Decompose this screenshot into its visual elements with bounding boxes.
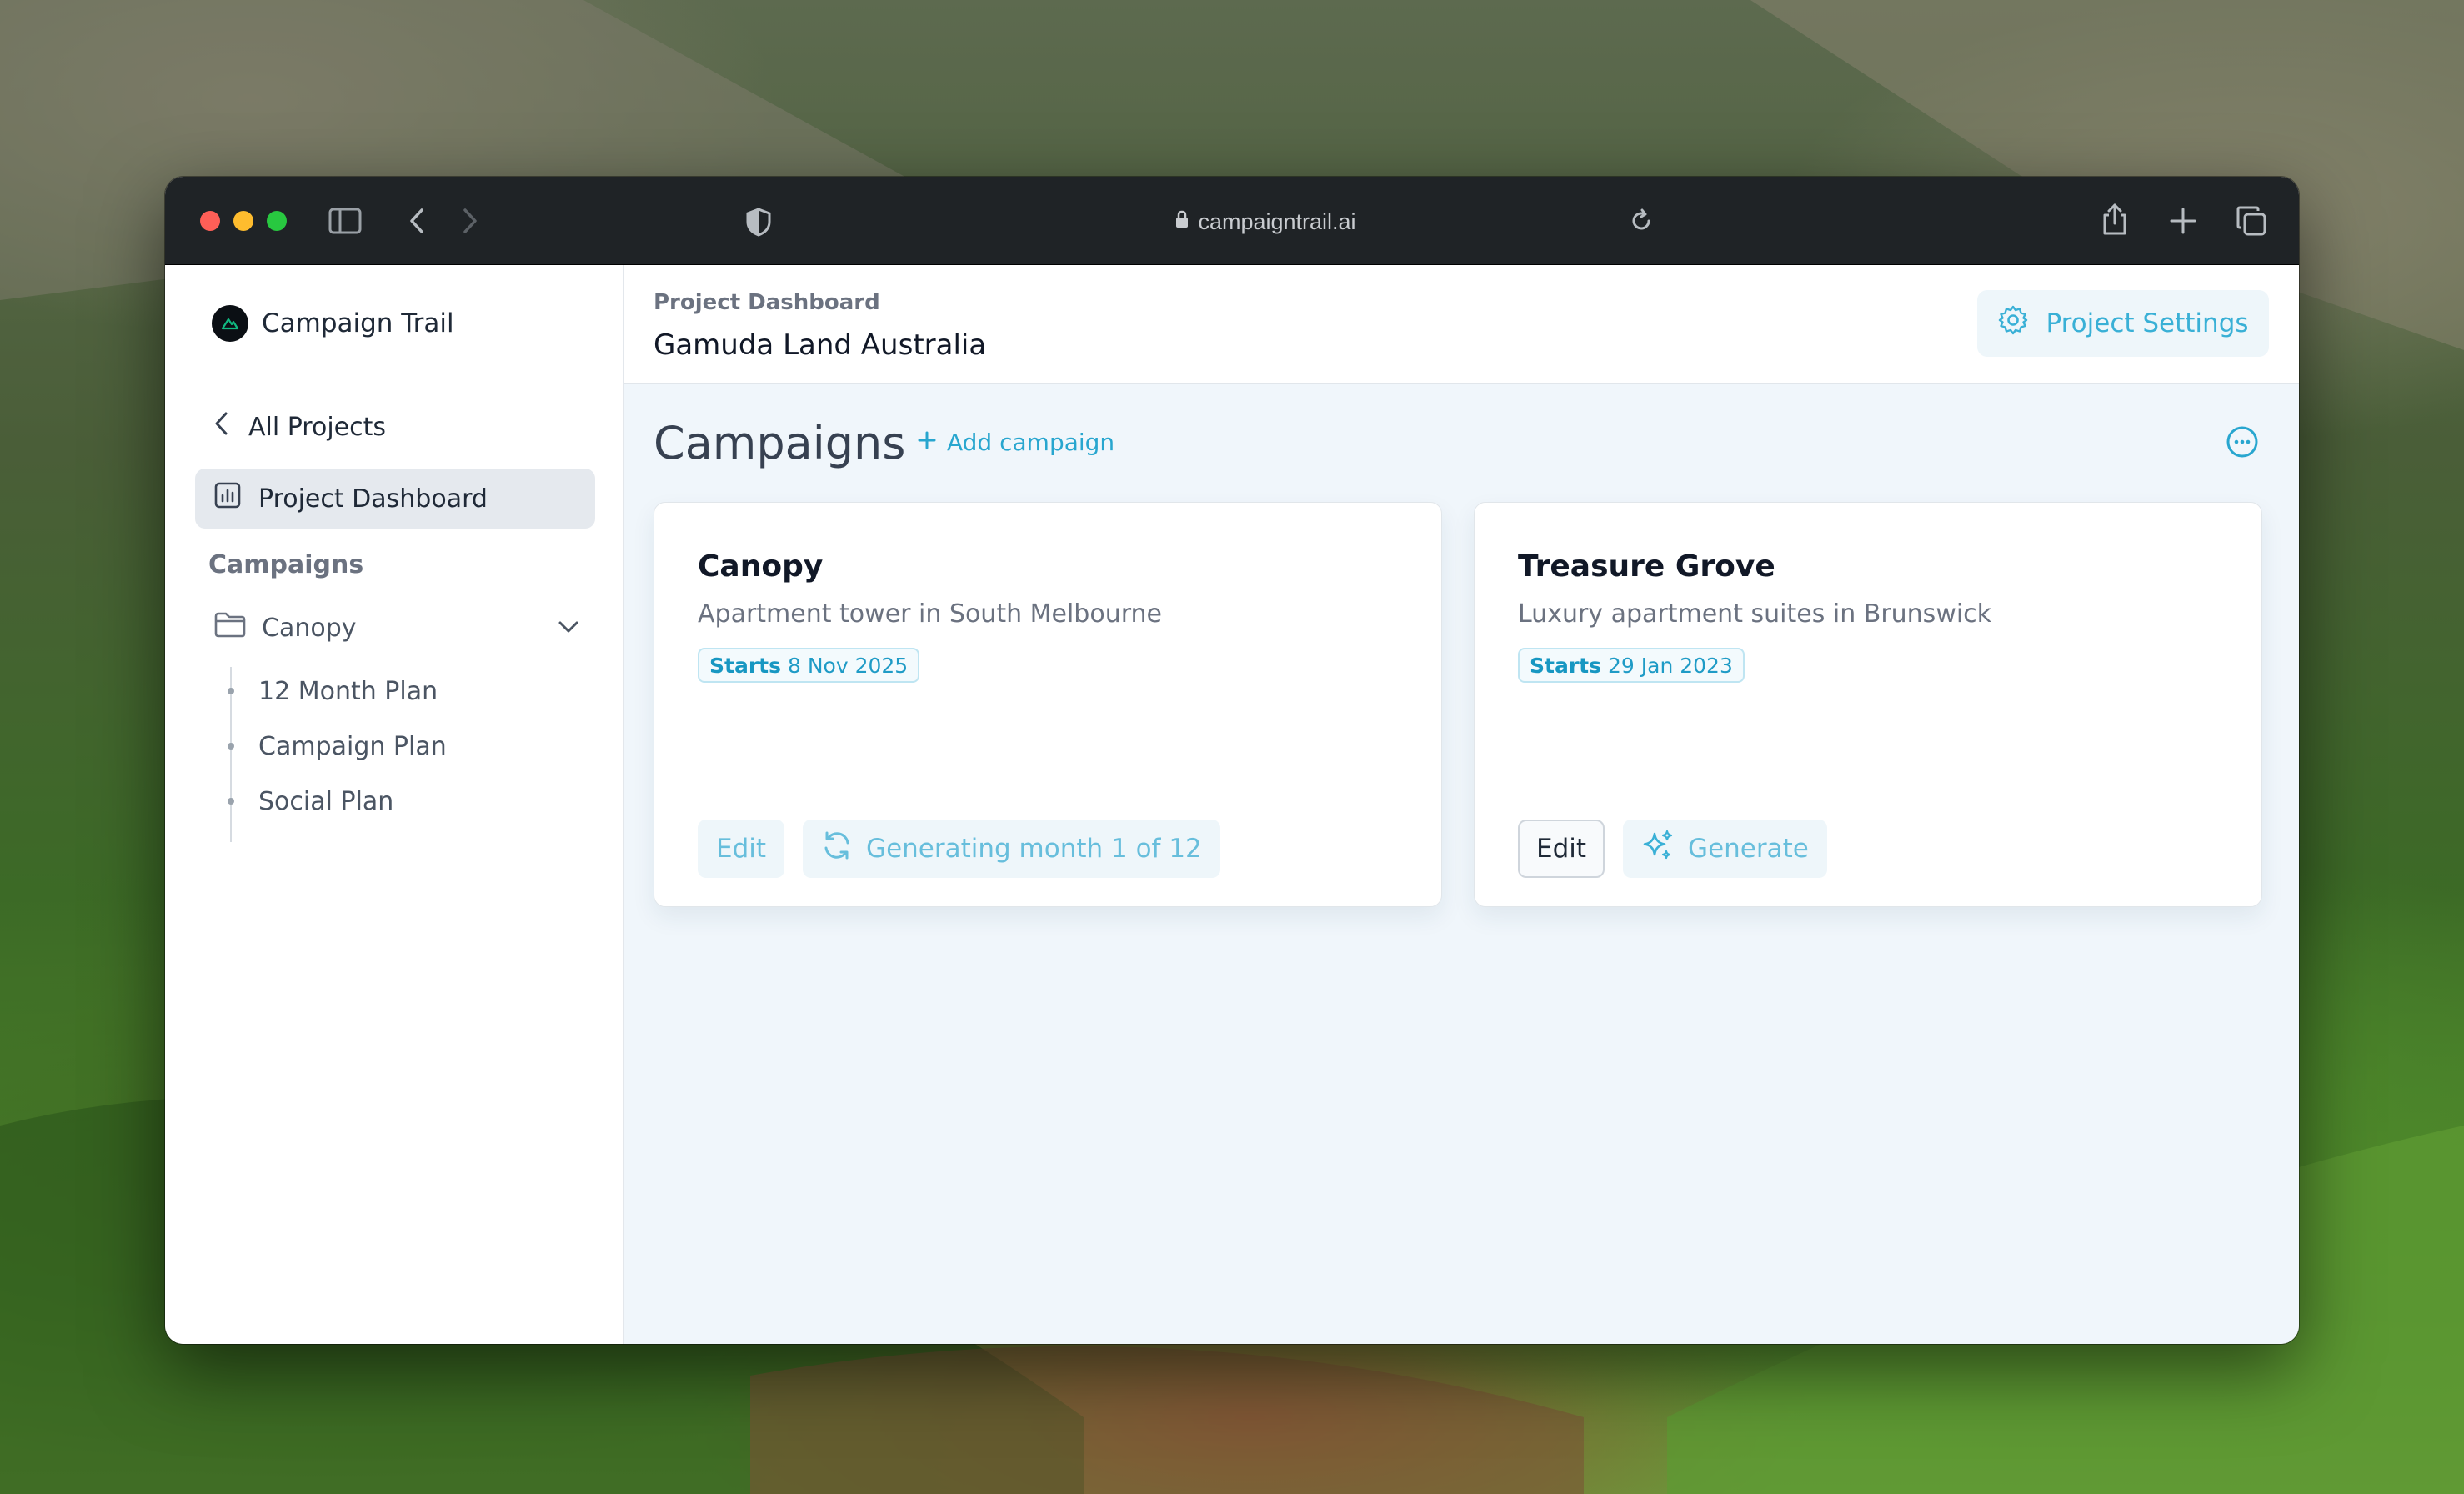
badge-label: Starts xyxy=(709,653,781,678)
browser-window: campaigntrail.ai Campaign Trail All Proj… xyxy=(165,177,2299,1344)
breadcrumb[interactable]: Project Dashboard xyxy=(654,290,880,315)
start-date-badge: Starts 8 Nov 2025 xyxy=(698,648,920,683)
subitem-label: Social Plan xyxy=(258,786,394,816)
start-date-badge: Starts 29 Jan 2023 xyxy=(1518,648,1745,683)
minimize-window-button[interactable] xyxy=(233,211,253,231)
sidebar-item-social-plan[interactable]: Social Plan xyxy=(228,774,563,829)
card-actions: Edit Generating month 1 of 12 xyxy=(698,820,1220,878)
edit-label: Edit xyxy=(1536,834,1587,864)
edit-label: Edit xyxy=(716,834,767,864)
chevron-down-icon[interactable] xyxy=(557,615,580,645)
canopy-plans-list: 12 Month Plan Campaign Plan Social Plan xyxy=(228,664,563,842)
subitem-label: 12 Month Plan xyxy=(258,676,438,706)
generate-button[interactable]: Generate xyxy=(1623,820,1827,878)
sidebar-item-campaign-plan[interactable]: Campaign Plan xyxy=(228,719,563,774)
generate-label: Generate xyxy=(1688,834,1809,864)
page-title: Gamuda Land Australia xyxy=(654,328,987,362)
more-options-icon[interactable] xyxy=(2226,425,2259,462)
edit-button[interactable]: Edit xyxy=(698,820,785,878)
forward-icon[interactable] xyxy=(460,207,480,235)
campaign-title: Treasure Grove xyxy=(1518,549,1775,584)
new-tab-icon[interactable] xyxy=(2169,207,2197,235)
generating-label: Generating month 1 of 12 xyxy=(866,834,1202,864)
sidebar: Campaign Trail All Projects Project Dash… xyxy=(165,265,624,1344)
badge-date: 8 Nov 2025 xyxy=(788,653,909,678)
back-icon[interactable] xyxy=(407,207,427,235)
campaigns-heading: Campaigns xyxy=(654,417,906,469)
brand-name: Campaign Trail xyxy=(262,308,454,338)
tree-dot xyxy=(228,688,234,694)
close-window-button[interactable] xyxy=(200,211,220,231)
project-settings-button[interactable]: Project Settings xyxy=(1977,290,2269,357)
sparkles-icon xyxy=(1641,829,1675,869)
campaign-trail-logo-icon xyxy=(212,305,248,342)
campaign-card-canopy[interactable]: Canopy Apartment tower in South Melbourn… xyxy=(654,502,1442,907)
sidebar-item-project-dashboard[interactable]: Project Dashboard xyxy=(195,469,595,529)
campaign-card-treasure-grove[interactable]: Treasure Grove Luxury apartment suites i… xyxy=(1474,502,2262,907)
campaign-description: Luxury apartment suites in Brunswick xyxy=(1518,599,1992,629)
address-bar[interactable]: campaigntrail.ai xyxy=(1140,205,1390,238)
sidebar-item-label: Project Dashboard xyxy=(258,484,488,514)
plus-icon xyxy=(917,429,937,456)
main-content: Project Dashboard Gamuda Land Australia … xyxy=(624,265,2299,1344)
badge-date: 29 Jan 2023 xyxy=(1608,653,1733,678)
badge-label: Starts xyxy=(1530,653,1601,678)
project-settings-label: Project Settings xyxy=(2046,308,2249,338)
sidebar-toggle-icon[interactable] xyxy=(328,207,362,235)
sidebar-section-campaigns: Campaigns xyxy=(208,550,364,579)
shield-icon[interactable] xyxy=(745,207,772,237)
campaign-description: Apartment tower in South Melbourne xyxy=(698,599,1162,629)
browser-toolbar: campaigntrail.ai xyxy=(165,177,2299,265)
lock-icon xyxy=(1174,209,1189,235)
page-header: Project Dashboard Gamuda Land Australia … xyxy=(624,265,2299,384)
tree-dot xyxy=(228,798,234,805)
maximize-window-button[interactable] xyxy=(267,211,287,231)
sidebar-folder-canopy[interactable]: Canopy xyxy=(213,607,580,649)
share-icon[interactable] xyxy=(2101,202,2129,237)
refresh-icon xyxy=(821,830,853,868)
folder-icon xyxy=(213,611,247,644)
reload-icon[interactable] xyxy=(1629,208,1654,233)
edit-button[interactable]: Edit xyxy=(1518,820,1605,878)
generating-status-button[interactable]: Generating month 1 of 12 xyxy=(803,820,1220,878)
tabs-overview-icon[interactable] xyxy=(2236,205,2267,237)
url-text: campaigntrail.ai xyxy=(1198,208,1356,234)
sidebar-item-12-month-plan[interactable]: 12 Month Plan xyxy=(228,664,563,719)
add-campaign-label: Add campaign xyxy=(947,429,1115,456)
brand[interactable]: Campaign Trail xyxy=(212,305,454,342)
tree-dot xyxy=(228,743,234,750)
gear-icon xyxy=(1997,304,2029,343)
all-projects-link[interactable]: All Projects xyxy=(213,410,386,444)
chevron-left-icon xyxy=(213,410,230,444)
subitem-label: Campaign Plan xyxy=(258,731,447,761)
card-actions: Edit Generate xyxy=(1518,820,1827,878)
all-projects-label: All Projects xyxy=(248,412,386,442)
add-campaign-button[interactable]: Add campaign xyxy=(917,429,1114,456)
campaign-title: Canopy xyxy=(698,549,824,584)
folder-label: Canopy xyxy=(262,613,357,643)
bar-chart-icon xyxy=(213,481,242,516)
